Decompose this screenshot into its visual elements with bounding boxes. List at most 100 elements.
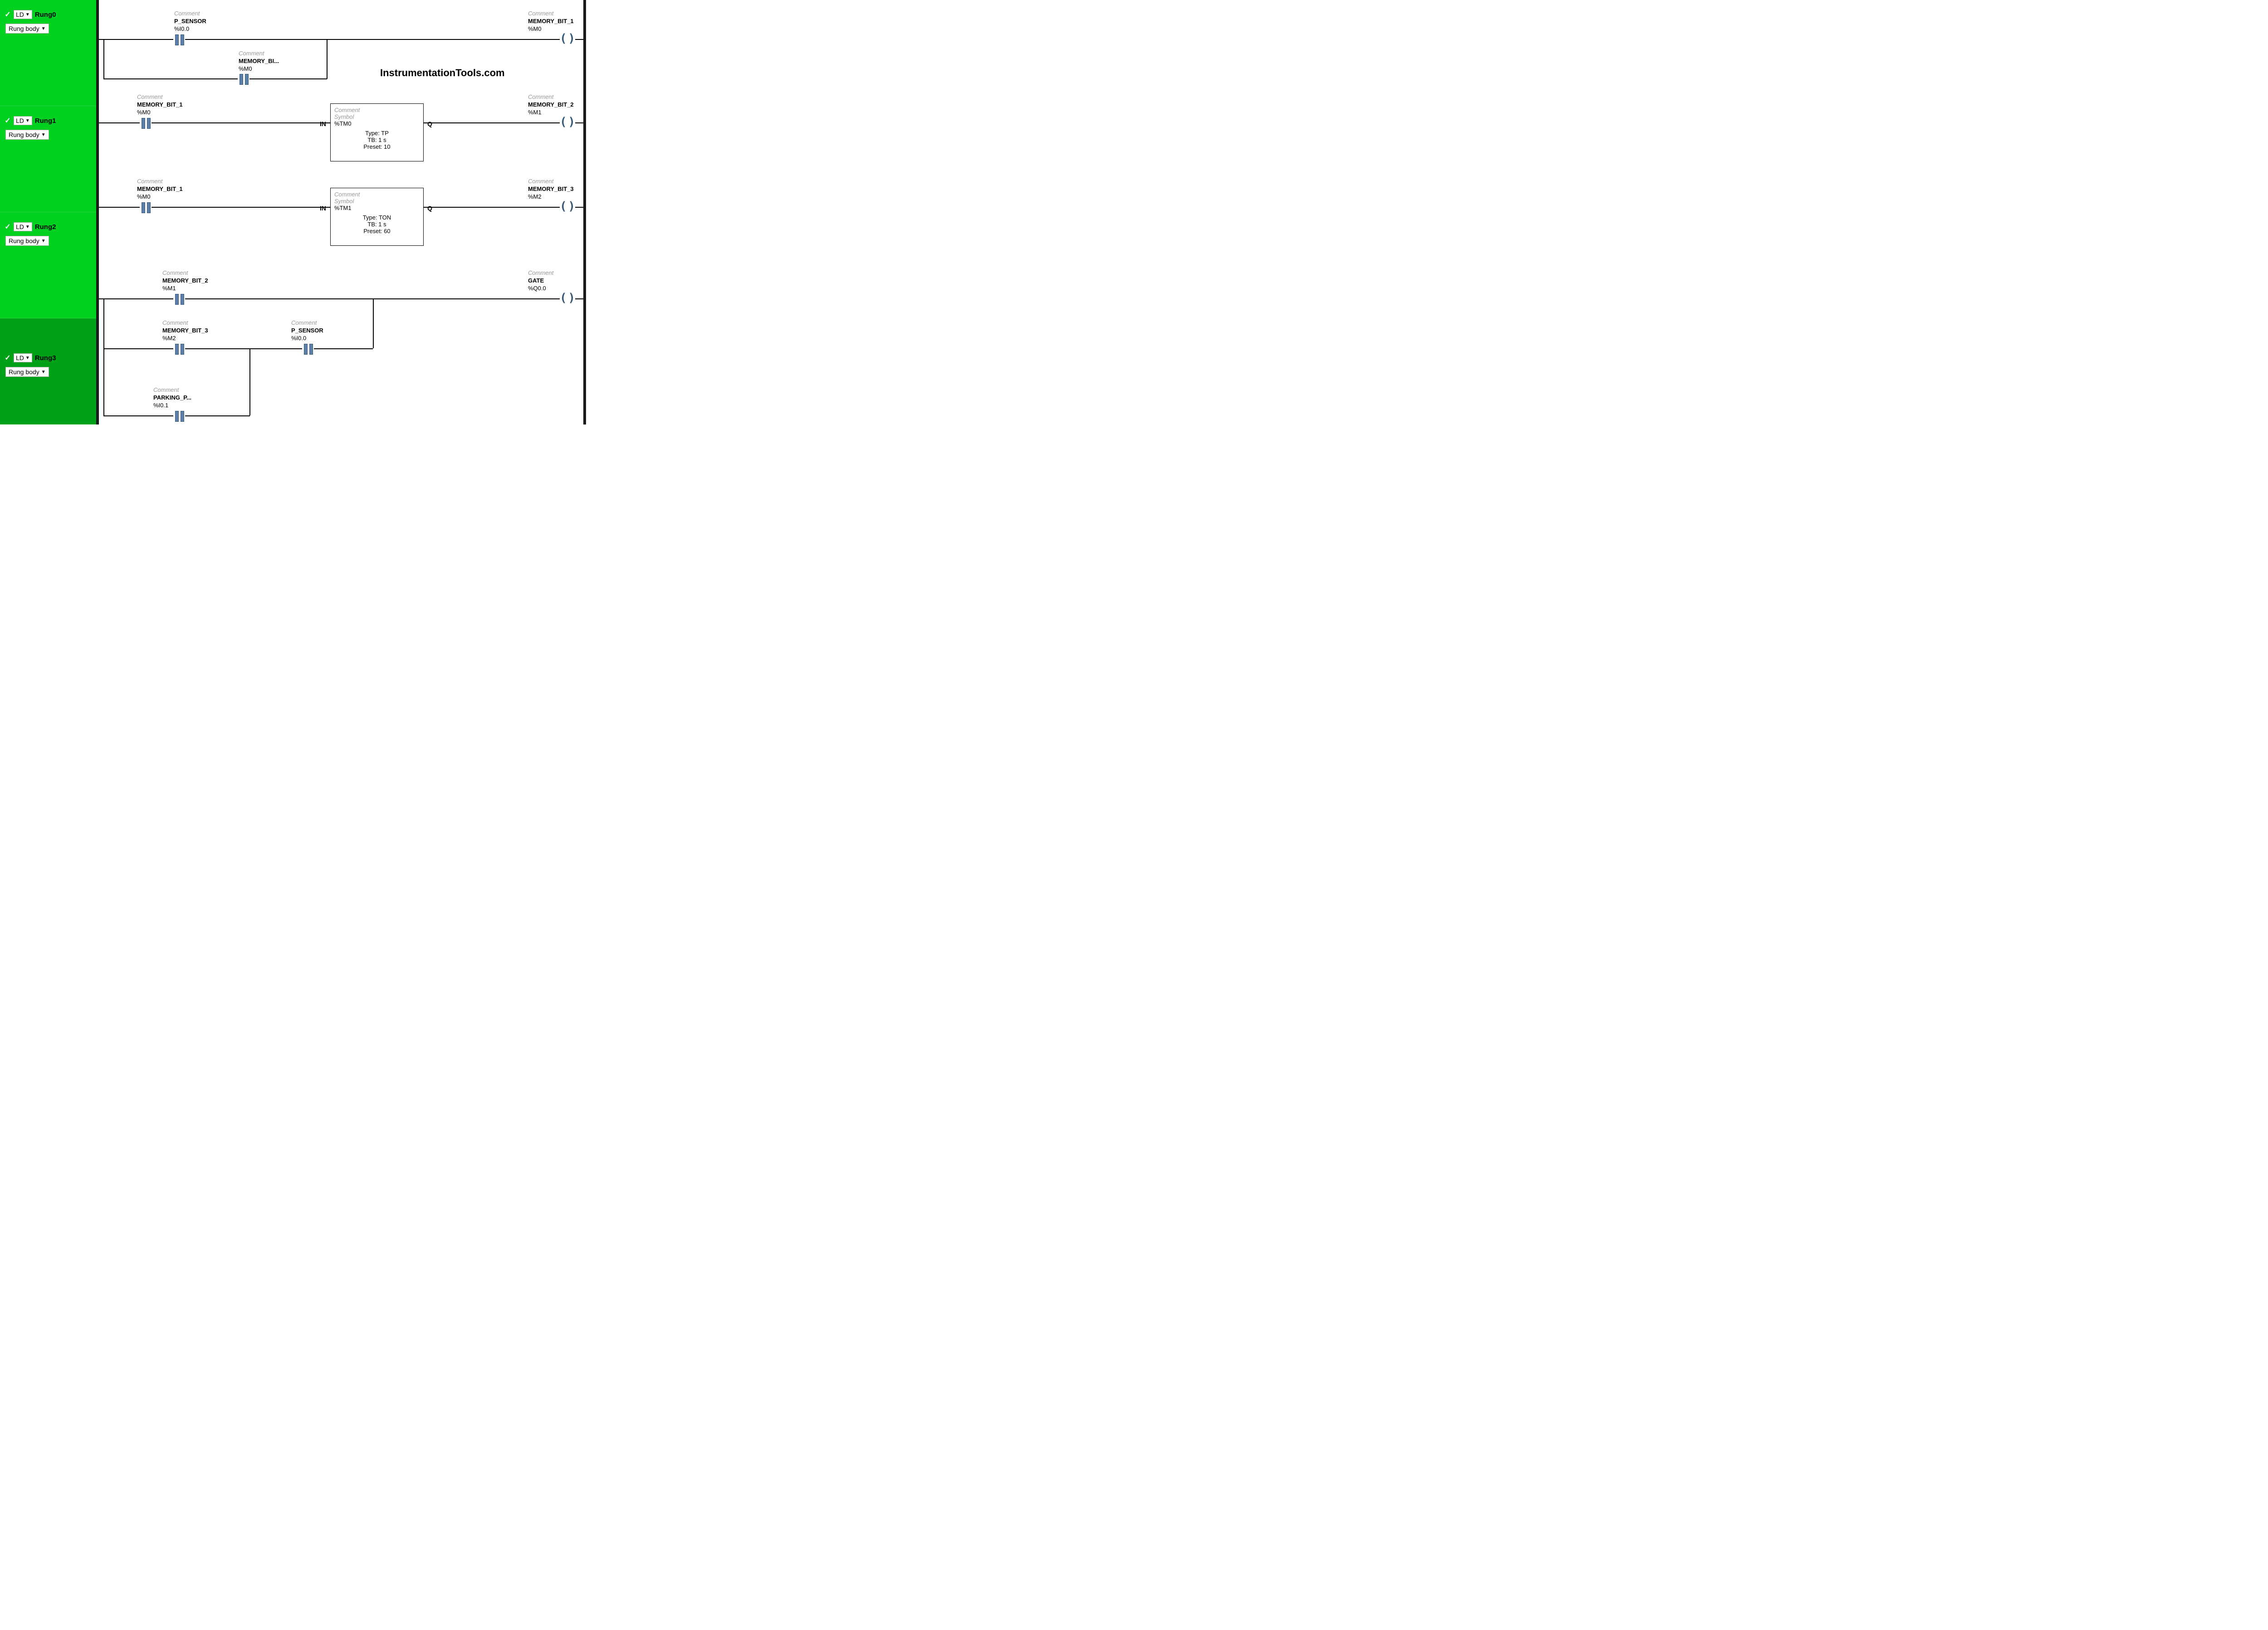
- chevron-down-icon: ▼: [25, 356, 30, 361]
- wire: [99, 122, 140, 123]
- language-select[interactable]: LD ▼: [14, 222, 32, 231]
- ld-label: LD: [16, 354, 24, 361]
- rung-header: ✓ LD ▼ Rung1: [4, 116, 93, 125]
- contact-label: Comment P_SENSOR %I0.0: [174, 10, 206, 33]
- wire: [103, 298, 104, 415]
- rung-panel-1: ✓ LD ▼ Rung1 Rung body ▼: [0, 106, 96, 212]
- rung-panel-0: ✓ LD ▼ Rung0 Rung body ▼: [0, 0, 96, 106]
- contact-no[interactable]: [140, 118, 152, 128]
- wire: [103, 348, 173, 349]
- coil-label: Comment MEMORY_BIT_2 %M1: [528, 93, 574, 117]
- wire: [249, 78, 327, 79]
- app-root: ✓ LD ▼ Rung0 Rung body ▼ ✓ LD ▼ Rung1: [0, 0, 586, 425]
- watermark-text: InstrumentationTools.com: [380, 67, 505, 79]
- coil-label: Comment MEMORY_BIT_1 %M0: [528, 10, 574, 33]
- rung-body-select[interactable]: Rung body ▼: [5, 236, 49, 246]
- wire: [249, 348, 250, 415]
- wire: [373, 298, 560, 299]
- wire: [424, 122, 560, 123]
- contact-label: Comment MEMORY_BIT_3 %M2: [162, 319, 208, 342]
- rung-header: ✓ LD ▼ Rung3: [4, 353, 93, 362]
- contact-label: Comment MEMORY_BIT_1 %M0: [137, 93, 183, 117]
- chevron-down-icon: ▼: [25, 12, 30, 17]
- wire: [99, 207, 140, 208]
- chevron-down-icon: ▼: [41, 370, 46, 375]
- timer-block[interactable]: Comment Symbol %TM1 Type: TON TB: 1 s Pr…: [330, 188, 424, 246]
- pin-q: Q: [427, 120, 432, 127]
- wire: [152, 207, 330, 208]
- pin-in: IN: [320, 120, 326, 127]
- contact-label: Comment MEMORY_BIT_1 %M0: [137, 178, 183, 201]
- chevron-down-icon: ▼: [25, 118, 30, 123]
- check-icon: ✓: [4, 354, 12, 362]
- contact-label: Comment P_SENSOR %I0.0: [291, 319, 323, 342]
- rung-header: ✓ LD ▼ Rung2: [4, 222, 93, 231]
- contact-label: Comment MEMORY_BI... %M0: [239, 50, 279, 73]
- contact-label: Comment PARKING_P... %I0.1: [153, 386, 191, 410]
- wire: [99, 298, 173, 299]
- wire: [103, 415, 173, 416]
- language-select[interactable]: LD ▼: [14, 116, 32, 125]
- contact-no[interactable]: [173, 344, 186, 354]
- rung-name: Rung0: [35, 11, 56, 19]
- contact-no[interactable]: [302, 344, 315, 354]
- check-icon: ✓: [4, 117, 12, 125]
- ld-label: LD: [16, 223, 24, 230]
- sidebar: ✓ LD ▼ Rung0 Rung body ▼ ✓ LD ▼ Rung1: [0, 0, 96, 425]
- contact-no[interactable]: [173, 34, 186, 44]
- ld-label: LD: [16, 117, 24, 124]
- rung-panel-2: ✓ LD ▼ Rung2 Rung body ▼: [0, 212, 96, 318]
- wire: [575, 122, 583, 123]
- rung-panel-3: ✓ LD ▼ Rung3 Rung body ▼: [0, 318, 96, 425]
- wire: [99, 39, 173, 40]
- contact-no[interactable]: [173, 294, 186, 304]
- wire: [424, 207, 560, 208]
- wire: [575, 298, 583, 299]
- coil[interactable]: (): [560, 293, 575, 304]
- body-label: Rung body: [9, 25, 39, 32]
- wire: [103, 39, 104, 79]
- rung-body-select[interactable]: Rung body ▼: [5, 367, 49, 377]
- rung-body-select[interactable]: Rung body ▼: [5, 130, 49, 140]
- chevron-down-icon: ▼: [41, 132, 46, 137]
- coil[interactable]: (): [560, 201, 575, 212]
- wire: [185, 39, 327, 40]
- rung-body-select[interactable]: Rung body ▼: [5, 24, 49, 34]
- wire: [575, 39, 583, 40]
- coil[interactable]: (): [560, 34, 575, 44]
- coil[interactable]: (): [560, 117, 575, 128]
- timer-block[interactable]: Comment Symbol %TM0 Type: TP TB: 1 s Pre…: [330, 103, 424, 161]
- chevron-down-icon: ▼: [41, 26, 46, 31]
- contact-no[interactable]: [173, 411, 186, 421]
- wire: [185, 298, 373, 299]
- wire: [373, 298, 374, 348]
- body-label: Rung body: [9, 237, 39, 244]
- coil-label: Comment MEMORY_BIT_3 %M2: [528, 178, 574, 201]
- coil-label: Comment GATE %Q0.0: [528, 269, 553, 293]
- ld-label: LD: [16, 11, 24, 18]
- rung-name: Rung1: [35, 117, 56, 125]
- wire: [314, 348, 373, 349]
- language-select[interactable]: LD ▼: [14, 353, 32, 362]
- contact-no[interactable]: [140, 202, 152, 212]
- chevron-down-icon: ▼: [41, 239, 46, 244]
- contact-label: Comment MEMORY_BIT_2 %M1: [162, 269, 208, 293]
- rung-header: ✓ LD ▼ Rung0: [4, 10, 93, 19]
- language-select[interactable]: LD ▼: [14, 10, 32, 19]
- wire: [152, 122, 330, 123]
- body-label: Rung body: [9, 131, 39, 138]
- wire: [327, 39, 560, 40]
- chevron-down-icon: ▼: [25, 224, 30, 229]
- wire: [575, 207, 583, 208]
- rung-name: Rung2: [35, 223, 56, 231]
- wire: [185, 348, 302, 349]
- check-icon: ✓: [4, 10, 12, 19]
- wire: [103, 78, 238, 79]
- pin-in: IN: [320, 205, 326, 212]
- pin-q: Q: [427, 205, 432, 212]
- wire: [185, 415, 250, 416]
- body-label: Rung body: [9, 368, 39, 376]
- contact-no[interactable]: [238, 74, 250, 84]
- ladder-canvas: InstrumentationTools.com Comment P_SENSO…: [96, 0, 586, 425]
- check-icon: ✓: [4, 223, 12, 231]
